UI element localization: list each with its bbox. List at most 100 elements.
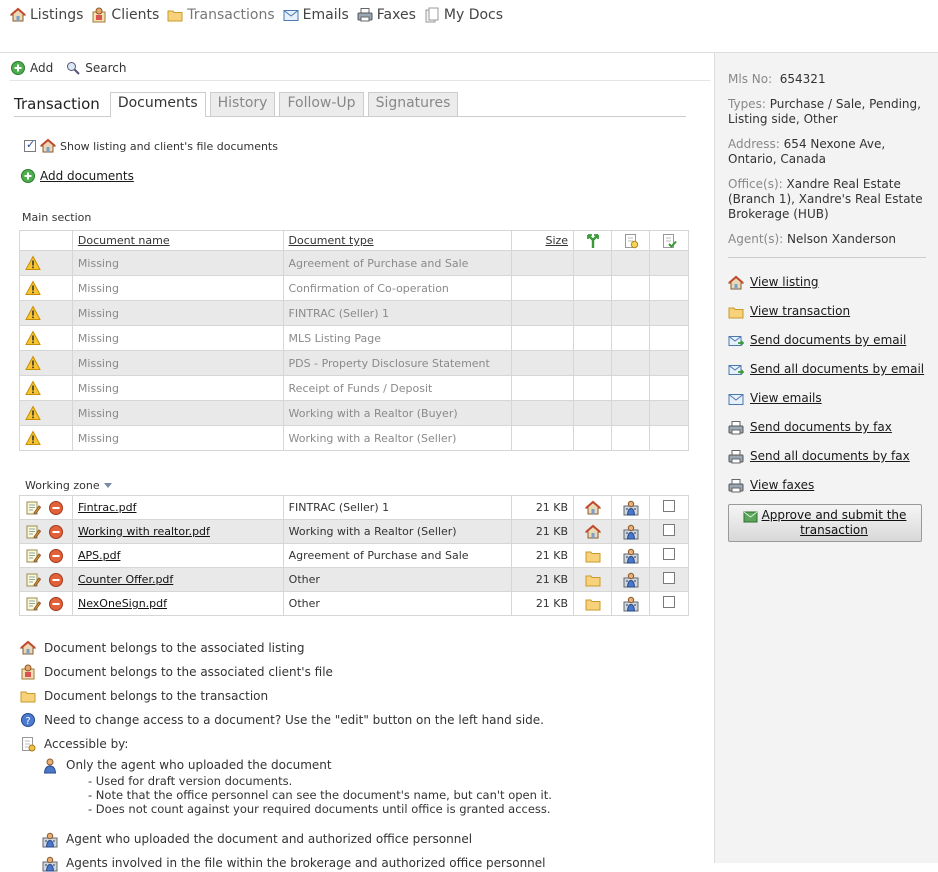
nav-my-docs[interactable]: My Docs: [424, 7, 503, 23]
legend-access-help: Need to change access to a document? Use…: [20, 708, 680, 732]
arrows-icon: [585, 233, 601, 249]
document-name-link[interactable]: APS.pdf: [78, 549, 120, 562]
working-zone-label[interactable]: Working zone: [25, 479, 112, 492]
add-documents-link[interactable]: Add documents: [40, 169, 134, 183]
agent-office-icon[interactable]: [623, 548, 639, 564]
send-all-documents-email-link[interactable]: Send all documents by email: [728, 355, 926, 384]
column-select: [649, 230, 689, 251]
document-type: Working with a Realtor (Buyer): [282, 400, 513, 426]
select-checkbox[interactable]: [662, 596, 675, 608]
agent-office-icon: [42, 832, 58, 848]
fax-all-icon: [728, 449, 744, 465]
column-document-name[interactable]: Document name: [71, 230, 284, 251]
view-transaction-link[interactable]: View transaction: [728, 297, 926, 326]
agent-office-icon[interactable]: [623, 500, 639, 516]
toolbar-divider: [10, 80, 710, 81]
sidebar-divider: [714, 53, 715, 863]
nav-clients[interactable]: Clients: [91, 7, 159, 23]
nav-faxes[interactable]: Faxes: [357, 7, 416, 23]
select-checkbox[interactable]: [662, 548, 675, 560]
remove-icon[interactable]: [48, 548, 64, 564]
document-name-link[interactable]: Fintrac.pdf: [78, 501, 137, 514]
agent-office-icon[interactable]: [623, 524, 639, 540]
search-label: Search: [85, 61, 127, 75]
nav-emails[interactable]: Emails: [283, 7, 349, 23]
document-name: Missing: [71, 325, 284, 351]
fax-icon: [357, 7, 373, 23]
remove-icon[interactable]: [48, 524, 64, 540]
add-icon: [10, 60, 26, 76]
warning-icon: [25, 430, 41, 446]
edit-icon[interactable]: [25, 524, 41, 540]
legend-transaction: Document belongs to the transaction: [20, 684, 680, 708]
table-row: Missing Working with a Realtor (Buyer): [19, 400, 689, 426]
top-navigation: Listings Clients Transactions Emails Fax…: [10, 4, 503, 26]
search-icon: [65, 60, 81, 76]
document-size: [511, 275, 575, 301]
agent-office-icon[interactable]: [623, 572, 639, 588]
search-button[interactable]: Search: [65, 60, 126, 76]
chevron-down-icon: [103, 483, 112, 488]
document-name: Missing: [71, 425, 284, 451]
table-row: Fintrac.pdf FINTRAC (Seller) 1 21 KB: [19, 495, 690, 520]
table-row: Missing FINTRAC (Seller) 1: [19, 300, 689, 326]
tab-follow-up[interactable]: Follow-Up: [279, 92, 364, 116]
add-button[interactable]: Add: [10, 60, 53, 76]
legend-notes: - Used for draft version documents. - No…: [88, 774, 552, 816]
view-emails-link[interactable]: View emails: [728, 384, 926, 413]
nav-transactions[interactable]: Transactions: [167, 7, 275, 23]
view-faxes-link[interactable]: View faxes: [728, 471, 926, 500]
edit-icon[interactable]: [25, 596, 41, 612]
view-listing-link[interactable]: View listing: [728, 268, 926, 297]
send-documents-fax-link[interactable]: Send documents by fax: [728, 413, 926, 442]
approve-submit-button[interactable]: Approve and submit the transaction: [728, 504, 922, 542]
column-access: [611, 230, 650, 251]
select-checkbox[interactable]: [662, 524, 675, 536]
legend-agent-office: Agent who uploaded the document and auth…: [42, 832, 680, 848]
warning-icon: [25, 305, 41, 321]
document-type: Other: [282, 591, 513, 616]
agent-icon: [42, 758, 58, 774]
tab-documents[interactable]: Documents: [109, 92, 206, 117]
document-name: Missing: [71, 400, 284, 426]
remove-icon[interactable]: [48, 596, 64, 612]
folder-icon: [585, 548, 601, 564]
table-row: NexOneSign.pdf Other 21 KB: [19, 591, 690, 616]
mls-number: Mls No: 654321: [728, 72, 826, 86]
table-row: Missing Confirmation of Co-operation: [19, 275, 689, 301]
send-documents-email-link[interactable]: Send documents by email: [728, 326, 926, 355]
table-row: Working with realtor.pdf Working with a R…: [19, 519, 690, 544]
document-size: 21 KB: [511, 591, 575, 616]
legend-only-agent: Only the agent who uploaded the document: [42, 758, 680, 774]
column-size[interactable]: Size: [511, 230, 575, 251]
document-name-link[interactable]: Working with realtor.pdf: [78, 525, 210, 538]
legend-accessible-by: Accessible by:: [20, 732, 680, 756]
remove-icon[interactable]: [48, 500, 64, 516]
remove-icon[interactable]: [48, 572, 64, 588]
send-all-documents-fax-link[interactable]: Send all documents by fax: [728, 442, 926, 471]
agent-office-icon[interactable]: [623, 596, 639, 612]
select-checkbox[interactable]: [662, 572, 675, 584]
document-name-link[interactable]: NexOneSign.pdf: [78, 597, 167, 610]
house-icon: [585, 500, 601, 516]
edit-icon[interactable]: [25, 500, 41, 516]
nav-label: Transactions: [187, 7, 275, 23]
tab-signatures[interactable]: Signatures: [367, 92, 459, 116]
show-documents-checkbox[interactable]: [24, 138, 36, 152]
document-name: Missing: [71, 275, 284, 301]
edit-icon[interactable]: [25, 572, 41, 588]
tab-bar: Transaction Documents History Follow-Up …: [14, 92, 686, 117]
nav-listings[interactable]: Listings: [10, 7, 83, 23]
document-type: Confirmation of Co-operation: [282, 275, 513, 301]
table-row: Missing Working with a Realtor (Seller): [19, 425, 689, 451]
select-checkbox[interactable]: [662, 500, 675, 512]
nav-label: Faxes: [376, 7, 416, 23]
tab-history[interactable]: History: [209, 92, 276, 116]
table-row: APS.pdf Agreement of Purchase and Sale 21 …: [19, 543, 690, 568]
document-name-link[interactable]: Counter Offer.pdf: [78, 573, 173, 586]
warning-icon: [25, 405, 41, 421]
table-row: Missing Receipt of Funds / Deposit: [19, 375, 689, 401]
folder-icon: [585, 596, 601, 612]
column-document-type[interactable]: Document type: [282, 230, 513, 251]
edit-icon[interactable]: [25, 548, 41, 564]
